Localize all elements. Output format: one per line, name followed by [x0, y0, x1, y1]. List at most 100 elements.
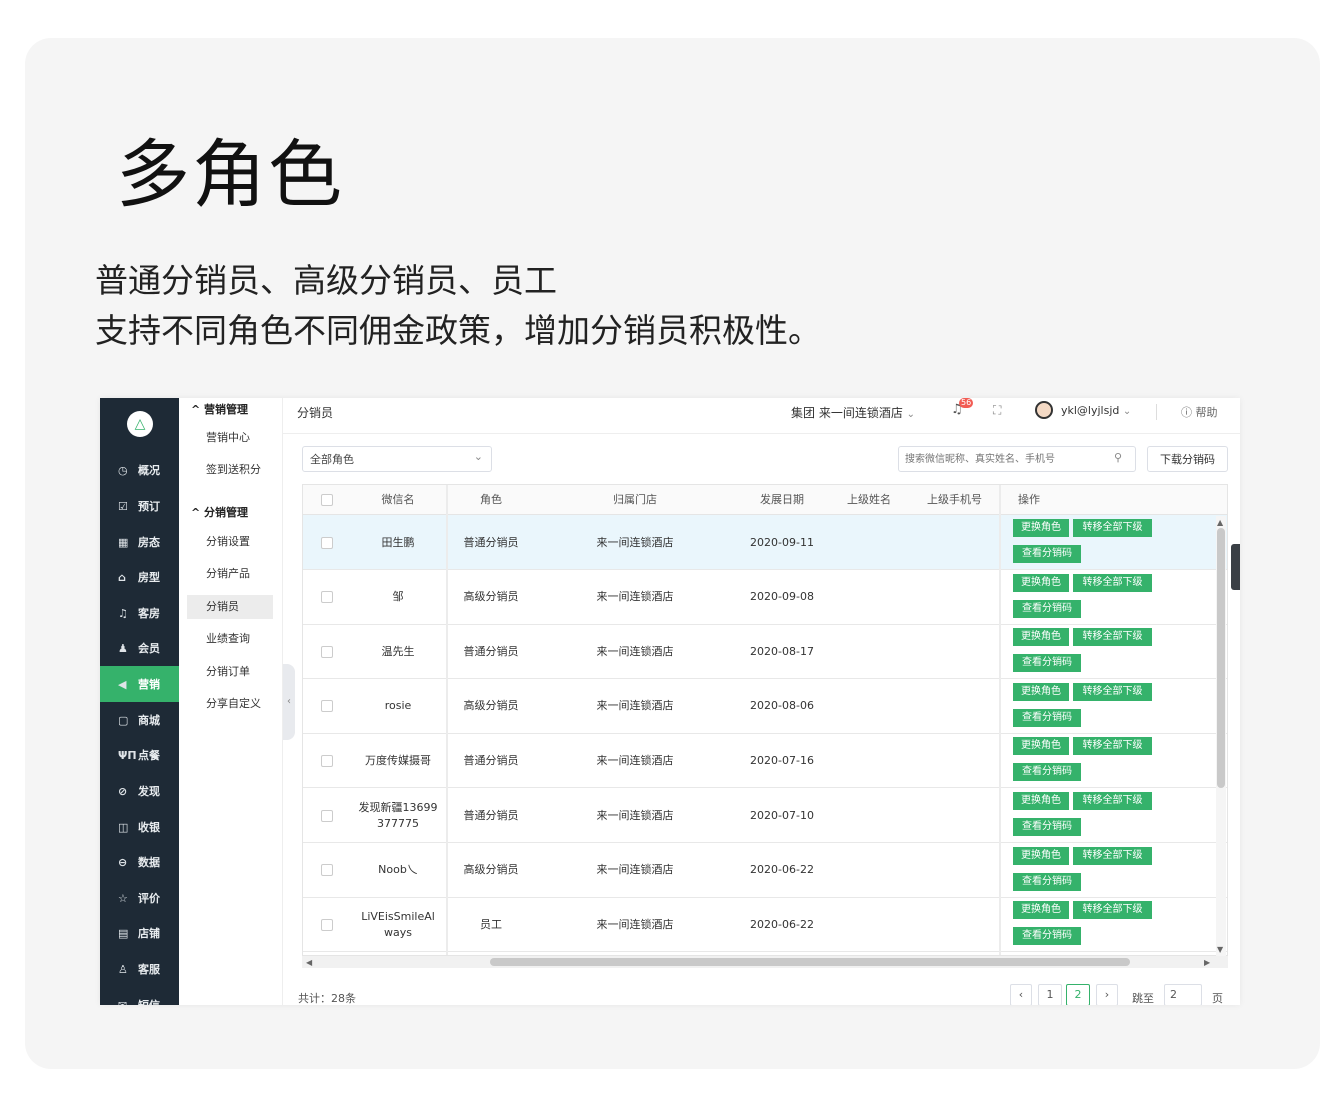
jump-page-input[interactable]: 2	[1164, 984, 1202, 1005]
table-row[interactable]: rosie 高级分销员 来一间连锁酒店 2020-08-06 更换角色 转移全部下级 查看分…	[303, 679, 1227, 734]
horizontal-scrollbar-thumb[interactable]	[490, 958, 1130, 966]
scroll-right-icon[interactable]: ▶	[1204, 958, 1210, 967]
nav-item[interactable]: ◀ 营销	[100, 666, 179, 702]
subnav-item-distributors[interactable]: 分销员	[187, 595, 273, 619]
nav-item[interactable]: ⌂ 房型	[100, 559, 179, 595]
avatar[interactable]	[1035, 401, 1053, 419]
nav-item[interactable]: ☑ 预订	[100, 488, 179, 524]
row-checkbox[interactable]	[320, 536, 333, 549]
change-role-button[interactable]: 更换角色	[1013, 682, 1069, 701]
subnav-item-distribution-products[interactable]: 分销产品	[187, 562, 273, 586]
transfer-subordinates-button[interactable]: 转移全部下级	[1073, 792, 1152, 810]
fullscreen-icon[interactable]: ⛶	[993, 403, 1001, 418]
nav-item[interactable]: ▢ 商城	[100, 702, 179, 738]
change-role-button[interactable]: 更换角色	[1013, 573, 1069, 592]
user-menu[interactable]: ykl@lyjlsjd ⌄	[1061, 404, 1131, 417]
cell-date: 2020-06-22	[750, 863, 814, 877]
nav-item[interactable]: ⊘ 发现	[100, 773, 179, 809]
nav-item-label: 营销	[138, 678, 160, 691]
header-date[interactable]: 发展日期	[734, 485, 830, 515]
change-role-button[interactable]: 更换角色	[1013, 737, 1069, 756]
table-row[interactable]: Noob乀 高级分销员 来一间连锁酒店 2020-06-22 更换角色 转移全部下级 查看分…	[303, 843, 1227, 898]
change-role-button[interactable]: 更换角色	[1013, 846, 1069, 865]
subnav-item-share-custom[interactable]: 分享自定义	[187, 692, 273, 716]
header-wechat-name[interactable]: 微信名	[350, 485, 446, 515]
table-row[interactable]: 发现新疆13699 377775 普通分销员 来一间连锁酒店 2020-07-10 更换…	[303, 788, 1227, 843]
header-parent-phone[interactable]: 上级手机号	[908, 485, 1001, 515]
nav-item[interactable]: ◫ 收银	[100, 809, 179, 845]
subnav-group-distribution[interactable]: ^ 分销管理	[191, 504, 248, 520]
transfer-subordinates-button[interactable]: 转移全部下级	[1073, 901, 1152, 920]
cell-store: 来一间连锁酒店	[596, 863, 674, 877]
transfer-subordinates-button[interactable]: 转移全部下级	[1073, 573, 1152, 592]
change-role-button[interactable]: 更换角色	[1013, 519, 1069, 537]
nav-item[interactable]: ΨΠ 点餐	[100, 737, 179, 773]
page-1-button[interactable]: 1	[1038, 984, 1062, 1005]
table-row[interactable]: 万度传媒摄哥 普通分销员 来一间连锁酒店 2020-07-16 更换角色 转移全部下级 查看…	[303, 733, 1227, 789]
row-checkbox[interactable]	[320, 864, 333, 877]
download-code-button[interactable]: 下载分销码	[1147, 446, 1228, 472]
search-input[interactable]	[898, 446, 1136, 472]
header-parent-name[interactable]: 上级姓名	[830, 485, 908, 515]
row-checkbox[interactable]	[320, 700, 333, 713]
transfer-subordinates-button[interactable]: 转移全部下级	[1073, 628, 1152, 647]
nav-item[interactable]: ⊖ 数据	[100, 844, 179, 880]
side-drawer-handle[interactable]	[1231, 544, 1240, 590]
view-code-button[interactable]: 查看分销码	[1013, 872, 1081, 891]
change-role-button[interactable]: 更换角色	[1013, 901, 1069, 920]
change-role-button[interactable]: 更换角色	[1013, 792, 1069, 810]
collapse-sidebar-button[interactable]: ‹	[283, 664, 295, 740]
logo-icon[interactable]: △	[127, 411, 153, 437]
next-page-button[interactable]: ›	[1096, 984, 1118, 1005]
prev-page-button[interactable]: ‹	[1010, 984, 1032, 1005]
view-code-button[interactable]: 查看分销码	[1013, 818, 1081, 836]
row-checkbox[interactable]	[320, 809, 333, 822]
row-checkbox[interactable]	[320, 754, 333, 767]
nav-item[interactable]: ♟ 会员	[100, 630, 179, 666]
page-2-button[interactable]: 2	[1066, 984, 1090, 1005]
nav-item[interactable]: ♙ 客服	[100, 951, 179, 987]
table-row[interactable]: 温先生 普通分销员 来一间连锁酒店 2020-08-17 更换角色 转移全部下级 查看分销码	[303, 624, 1227, 680]
view-code-button[interactable]: 查看分销码	[1013, 763, 1081, 782]
cell-store: 来一间连锁酒店	[596, 590, 674, 604]
table-row[interactable]: 邹 高级分销员 来一间连锁酒店 2020-09-08 更换角色 转移全部下级 查看分销码	[303, 570, 1227, 625]
subnav-item-checkin-points[interactable]: 签到送积分	[187, 458, 273, 482]
nav-item[interactable]: ☆ 评价	[100, 880, 179, 916]
header-store[interactable]: 归属门店	[536, 485, 734, 515]
help-link[interactable]: ⓘ 帮助	[1181, 404, 1218, 420]
nav-item[interactable]: ◷ 概况	[100, 452, 179, 488]
nav-item[interactable]: ♫ 客房	[100, 595, 179, 631]
subnav-group-marketing[interactable]: ^ 营销管理	[191, 401, 248, 417]
transfer-subordinates-button[interactable]: 转移全部下级	[1073, 682, 1152, 701]
change-role-button[interactable]: 更换角色	[1013, 628, 1069, 647]
transfer-subordinates-button[interactable]: 转移全部下级	[1073, 846, 1152, 865]
role-select[interactable]: 全部角色 ⌄	[302, 446, 492, 472]
select-all-checkbox[interactable]	[303, 485, 350, 515]
subnav-item-marketing-center[interactable]: 营销中心	[187, 426, 273, 450]
vertical-scrollbar-thumb[interactable]	[1217, 528, 1225, 788]
nav-item[interactable]: ▤ 店铺	[100, 915, 179, 951]
scroll-up-icon[interactable]: ▲	[1217, 518, 1223, 527]
transfer-subordinates-button[interactable]: 转移全部下级	[1073, 519, 1152, 537]
row-checkbox[interactable]	[320, 591, 333, 604]
scroll-down-icon[interactable]: ▼	[1217, 945, 1223, 954]
subnav-item-distribution-settings[interactable]: 分销设置	[187, 530, 273, 554]
scroll-left-icon[interactable]: ◀	[306, 958, 312, 967]
view-code-button[interactable]: 查看分销码	[1013, 654, 1081, 673]
view-code-button[interactable]: 查看分销码	[1013, 708, 1081, 727]
table-row[interactable]: 田生鹏 普通分销员 来一间连锁酒店 2020-09-11 更换角色 转移全部下级 查看分销码	[303, 515, 1227, 570]
view-code-button[interactable]: 查看分销码	[1013, 599, 1081, 618]
search-icon[interactable]: ⚲	[1114, 451, 1122, 464]
nav-item[interactable]: ▦ 房态	[100, 524, 179, 560]
row-checkbox[interactable]	[320, 918, 333, 931]
view-code-button[interactable]: 查看分销码	[1013, 927, 1081, 946]
header-role[interactable]: 角色	[446, 485, 536, 515]
row-checkbox[interactable]	[320, 645, 333, 658]
view-code-button[interactable]: 查看分销码	[1013, 545, 1081, 563]
nav-item[interactable]: ✉ 短信	[100, 987, 179, 1006]
table-row[interactable]: LiVEisSmileAl ways 员工 来一间连锁酒店 2020-06-22 更换角…	[303, 897, 1227, 953]
subnav-item-distribution-orders[interactable]: 分销订单	[187, 660, 273, 684]
subnav-item-performance[interactable]: 业绩查询	[187, 627, 273, 651]
transfer-subordinates-button[interactable]: 转移全部下级	[1073, 737, 1152, 756]
store-selector[interactable]: 集团 来一间连锁酒店 ⌄	[791, 404, 915, 421]
